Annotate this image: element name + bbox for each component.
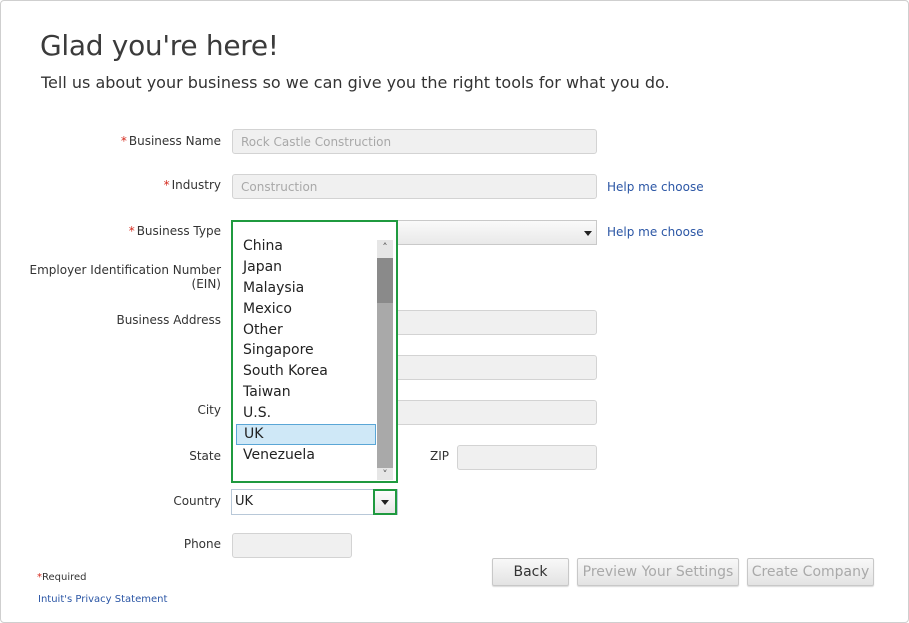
country-option[interactable]: South Korea: [236, 361, 376, 382]
country-option[interactable]: Mexico: [236, 299, 376, 320]
industry-label: * Industry: [163, 178, 221, 192]
country-dropdown-list[interactable]: China Japan Malaysia Mexico Other Singapore So…: [231, 220, 398, 483]
create-company-button[interactable]: Create Company: [747, 558, 874, 586]
zip-input[interactable]: [457, 445, 597, 470]
country-options: China Japan Malaysia Mexico Other Singapore So…: [236, 236, 376, 466]
chevron-down-icon: [381, 500, 389, 505]
required-star: *: [163, 178, 170, 192]
country-label: Country: [173, 494, 221, 508]
chevron-down-icon: [584, 231, 592, 236]
phone-input[interactable]: [232, 533, 352, 558]
page-title: Glad you're here!: [40, 29, 279, 62]
business-name-input[interactable]: Rock Castle Construction: [232, 129, 597, 154]
country-option[interactable]: Other: [236, 320, 376, 341]
business-type-label: * Business Type: [128, 224, 221, 238]
required-star: *: [128, 224, 135, 238]
city-label: City: [197, 403, 221, 417]
country-option[interactable]: China: [236, 236, 376, 257]
industry-help-link[interactable]: Help me choose: [607, 180, 704, 194]
chevron-up-icon[interactable]: ˄: [377, 240, 393, 256]
business-name-label: * Business Name: [120, 134, 221, 148]
preview-settings-button[interactable]: Preview Your Settings: [577, 558, 739, 586]
business-type-help-link[interactable]: Help me choose: [607, 225, 704, 239]
country-option[interactable]: Singapore: [236, 340, 376, 361]
phone-label: Phone: [183, 537, 221, 551]
chevron-down-icon[interactable]: ˅: [377, 467, 393, 483]
page-subtitle: Tell us about your business so we can gi…: [41, 73, 670, 92]
back-button[interactable]: Back: [492, 558, 569, 586]
business-address-label: Business Address: [116, 313, 221, 327]
country-option[interactable]: Venezuela: [236, 445, 376, 466]
country-option[interactable]: Japan: [236, 257, 376, 278]
industry-input[interactable]: Construction: [232, 174, 597, 199]
country-option[interactable]: Malaysia: [236, 278, 376, 299]
state-label: State: [189, 449, 221, 463]
scrollbar-thumb[interactable]: [377, 258, 393, 303]
required-star: *: [120, 134, 127, 148]
country-option[interactable]: UK: [236, 424, 376, 445]
setup-dialog: Glad you're here! Tell us about your bus…: [0, 0, 909, 623]
privacy-statement-link[interactable]: Intuit's Privacy Statement: [38, 594, 167, 605]
country-option[interactable]: U.S.: [236, 403, 376, 424]
country-option[interactable]: Taiwan: [236, 382, 376, 403]
country-select[interactable]: UK: [231, 489, 398, 515]
country-dropdown-button[interactable]: [373, 489, 397, 515]
scrollbar-track-fill: [377, 303, 393, 468]
country-value: UK: [235, 494, 254, 509]
ein-label: Employer Identification Number (EIN): [29, 263, 222, 291]
zip-label: ZIP: [430, 449, 449, 463]
required-note: *Required: [37, 572, 87, 583]
